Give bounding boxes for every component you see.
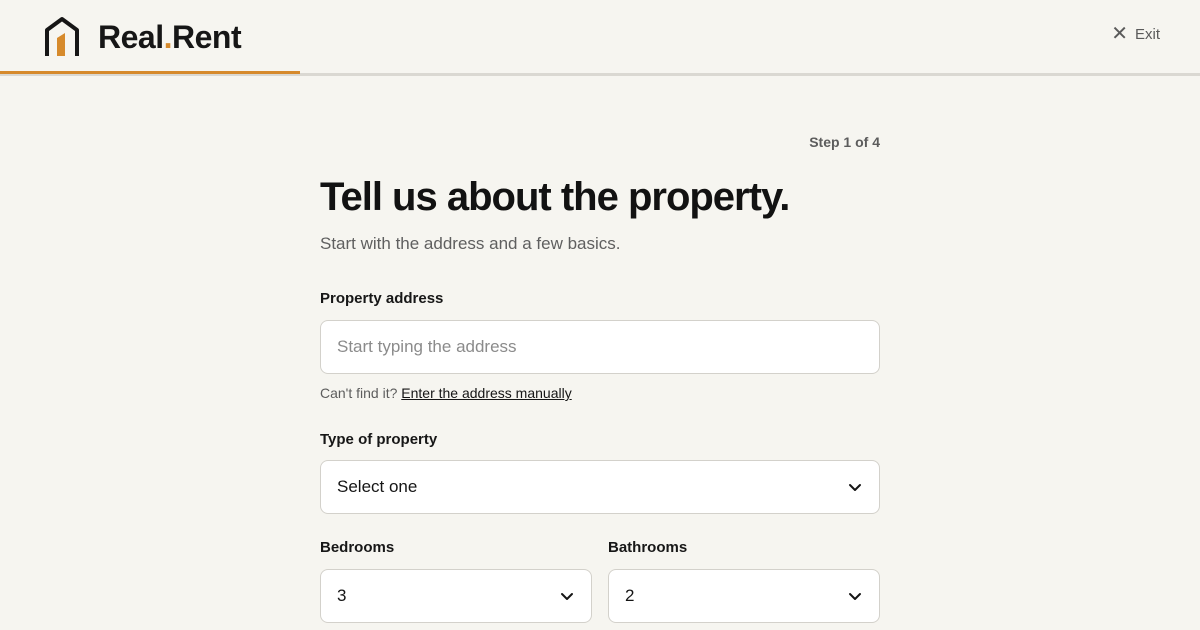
- top-bar: Real.Rent ✕ Exit: [0, 0, 1200, 76]
- brand-name: Real.Rent: [98, 17, 242, 57]
- property-type-value: Select one: [337, 477, 418, 496]
- address-help: Can't find it? Enter the address manuall…: [320, 385, 572, 401]
- address-label: Property address: [320, 290, 444, 307]
- brand-logo[interactable]: Real.Rent: [44, 16, 242, 58]
- brand-dot: .: [163, 19, 173, 55]
- close-icon: ✕: [1111, 23, 1128, 45]
- chevron-down-icon: [849, 593, 861, 600]
- house-logo-icon: [45, 17, 79, 56]
- bathrooms-select[interactable]: 2: [608, 569, 880, 623]
- bedrooms-label: Bedrooms: [320, 539, 395, 556]
- bathrooms-label: Bathrooms: [608, 539, 688, 556]
- address-help-prefix: Can't find it?: [320, 385, 398, 401]
- property-type-select[interactable]: Select one: [320, 460, 880, 514]
- manual-address-link[interactable]: Enter the address manually: [401, 385, 571, 401]
- chevron-down-icon: [561, 593, 573, 600]
- step-indicator: Step 1 of 4: [809, 134, 880, 150]
- chevron-down-icon: [849, 484, 861, 491]
- page-title: Tell us about the property.: [320, 175, 790, 219]
- bedrooms-value: 3: [337, 586, 347, 605]
- bedrooms-select[interactable]: 3: [320, 569, 592, 623]
- exit-button[interactable]: ✕ Exit: [1111, 24, 1160, 44]
- progress-bar-fill: [0, 71, 300, 74]
- address-input[interactable]: [337, 337, 863, 357]
- brand-name-part2: Rent: [171, 19, 242, 55]
- page-subtitle: Start with the address and a few basics.: [320, 234, 621, 253]
- exit-label: Exit: [1134, 25, 1160, 43]
- property-type-label: Type of property: [320, 431, 438, 448]
- address-field[interactable]: [320, 320, 880, 374]
- bathrooms-value: 2: [625, 586, 635, 605]
- brand-name-part1: Real: [98, 19, 164, 55]
